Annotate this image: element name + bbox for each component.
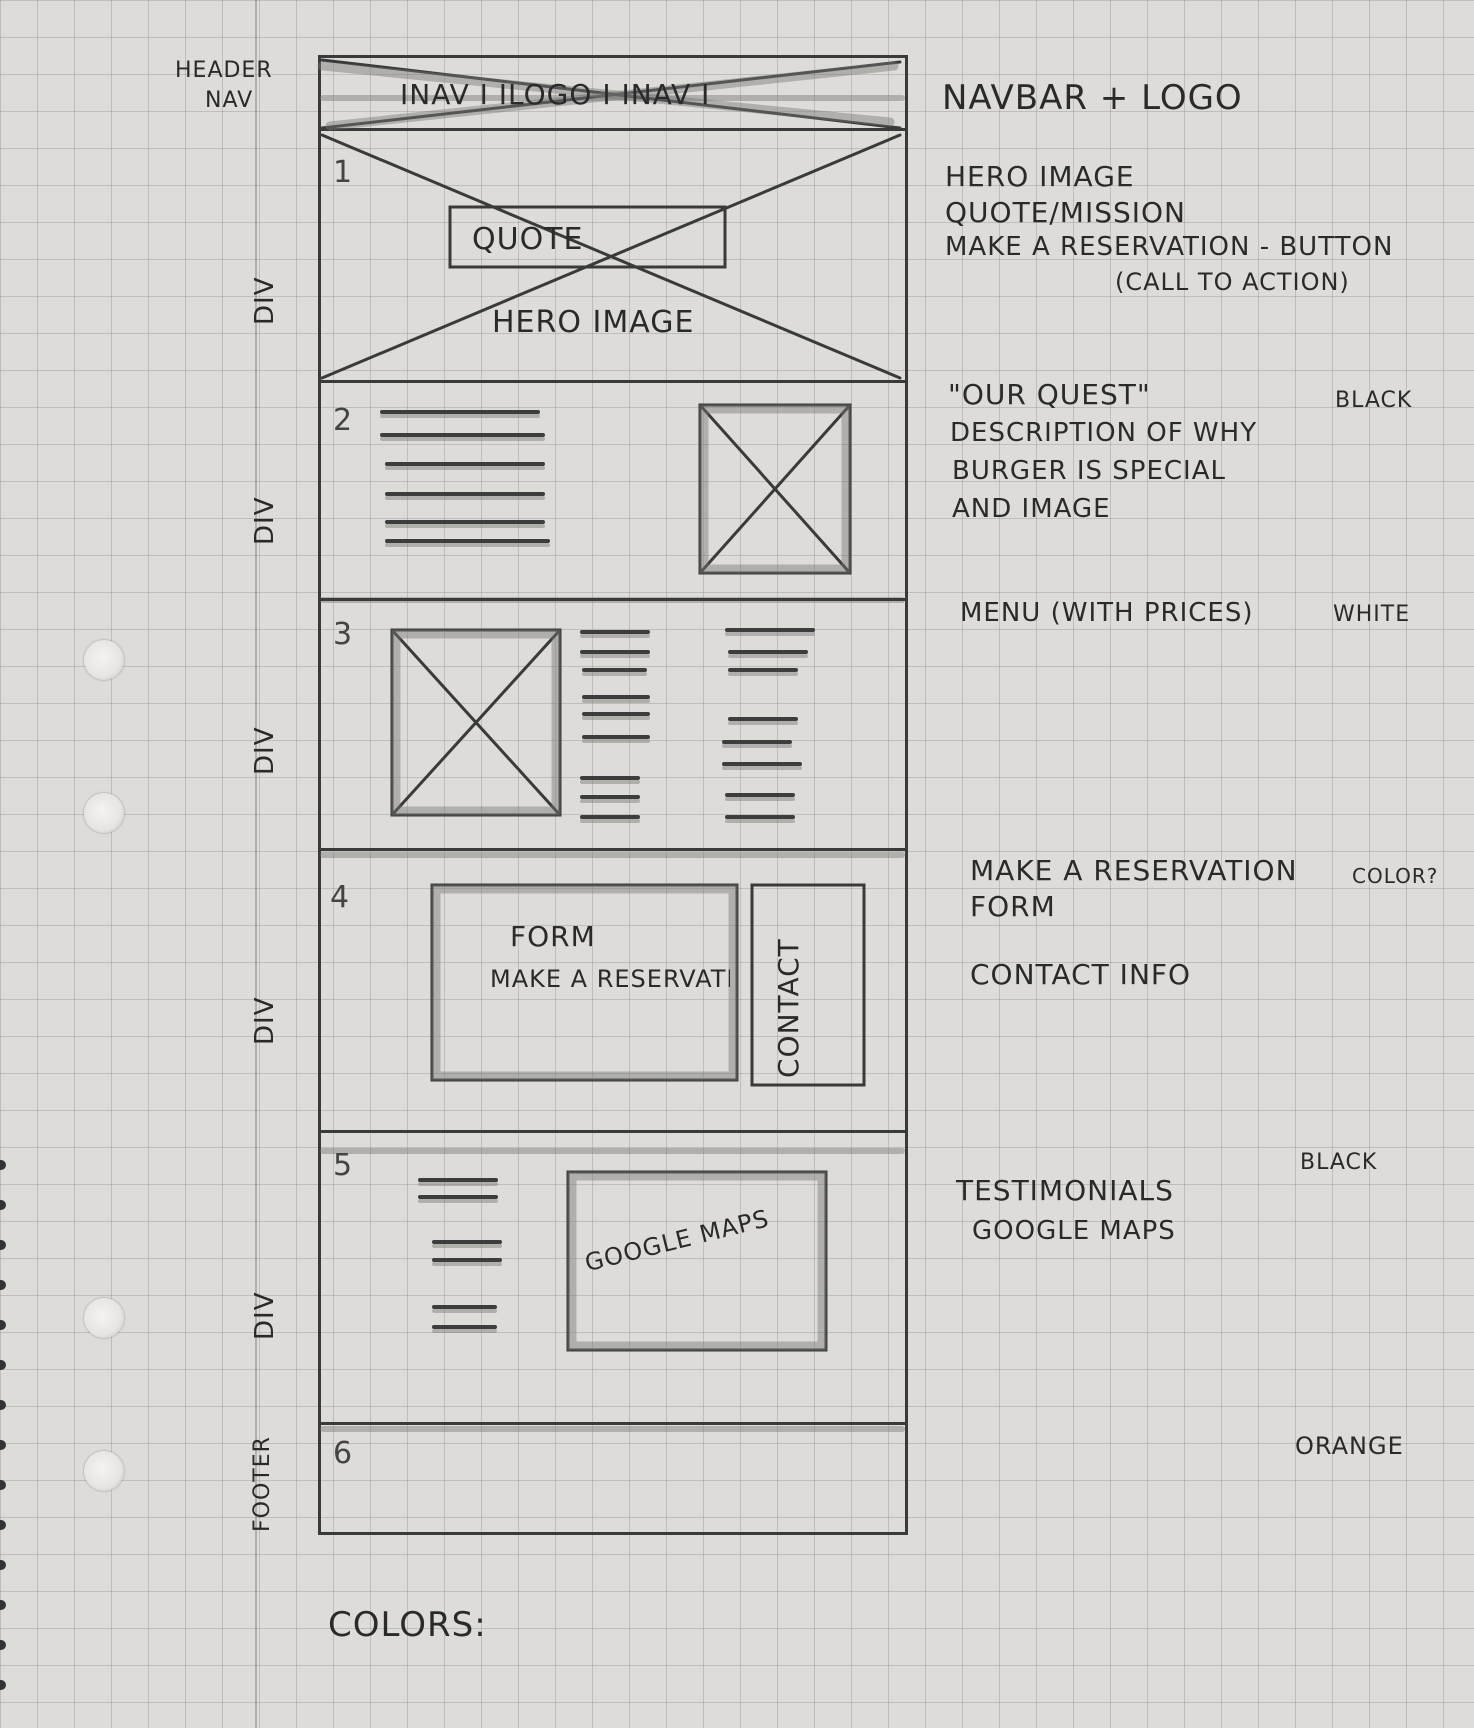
note-quest-1: "OUR QUEST" <box>948 378 1151 411</box>
note-menu-color: WHITE <box>1333 602 1411 627</box>
menu-line <box>580 795 640 799</box>
section-number-3: 3 <box>333 617 353 652</box>
hero-image-label: HERO IMAGE <box>492 305 695 340</box>
note-reservation-2: FORM <box>970 890 1056 923</box>
testimonial-line <box>432 1305 497 1309</box>
text-placeholder-line <box>385 492 545 496</box>
menu-line <box>582 695 650 699</box>
text-placeholder-line <box>385 462 545 466</box>
menu-line <box>725 793 795 797</box>
testimonial-line <box>432 1240 502 1244</box>
note-navbar-logo: NAVBAR + LOGO <box>942 78 1243 118</box>
text-placeholder-line <box>385 520 545 524</box>
menu-line <box>728 668 798 672</box>
wireframe-navbar: INAV I ILOGO I INAV I <box>400 78 711 111</box>
section-number-6: 6 <box>333 1436 353 1471</box>
note-testimonials-1: TESTIMONIALS <box>956 1174 1174 1207</box>
note-quest-4: AND IMAGE <box>952 494 1111 524</box>
note-quest-2: DESCRIPTION OF WHY <box>950 418 1258 448</box>
note-quest-3: BURGER IS SPECIAL <box>952 456 1226 486</box>
note-testimonials-color: BLACK <box>1300 1150 1378 1175</box>
note-reservation-color: COLOR? <box>1352 864 1439 888</box>
menu-line <box>580 650 650 654</box>
menu-line <box>582 668 647 672</box>
note-menu: MENU (WITH PRICES) <box>960 598 1254 628</box>
menu-line <box>728 650 808 654</box>
menu-line <box>725 815 795 819</box>
note-hero-1: HERO IMAGE <box>945 160 1135 193</box>
quote-label: QUOTE <box>472 222 584 257</box>
note-testimonials-2: GOOGLE MAPS <box>972 1216 1176 1246</box>
menu-line <box>582 712 650 716</box>
contact-label: CONTACT <box>772 938 805 1078</box>
form-label: FORM <box>510 920 596 953</box>
section-number-5: 5 <box>333 1148 353 1183</box>
note-hero-3: MAKE A RESERVATION - BUTTON <box>945 232 1394 262</box>
note-hero-4: (CALL TO ACTION) <box>1115 268 1350 296</box>
note-hero-2: QUOTE/MISSION <box>945 196 1187 229</box>
menu-line <box>580 630 650 634</box>
section-number-1: 1 <box>333 155 353 190</box>
menu-line <box>725 628 815 632</box>
testimonial-line <box>418 1178 498 1182</box>
text-placeholder-line <box>385 539 550 543</box>
testimonial-line <box>432 1258 502 1262</box>
colors-label: COLORS: <box>328 1605 487 1645</box>
note-footer-color: ORANGE <box>1295 1432 1404 1460</box>
menu-line <box>722 762 802 766</box>
make-reservation-label: MAKE A RESERVATION <box>490 965 730 993</box>
menu-line <box>580 815 640 819</box>
note-quest-color: BLACK <box>1335 388 1413 413</box>
text-placeholder-line <box>380 410 540 414</box>
menu-line <box>582 735 650 739</box>
note-reservation-1: MAKE A RESERVATION <box>970 854 1298 887</box>
note-contact: CONTACT INFO <box>970 958 1192 991</box>
testimonial-line <box>418 1195 498 1199</box>
menu-line <box>722 740 792 744</box>
text-placeholder-line <box>380 433 545 437</box>
testimonial-line <box>432 1325 497 1329</box>
menu-line <box>580 776 640 780</box>
section-number-2: 2 <box>333 403 353 438</box>
section-number-4: 4 <box>330 880 350 915</box>
menu-line <box>728 717 798 721</box>
